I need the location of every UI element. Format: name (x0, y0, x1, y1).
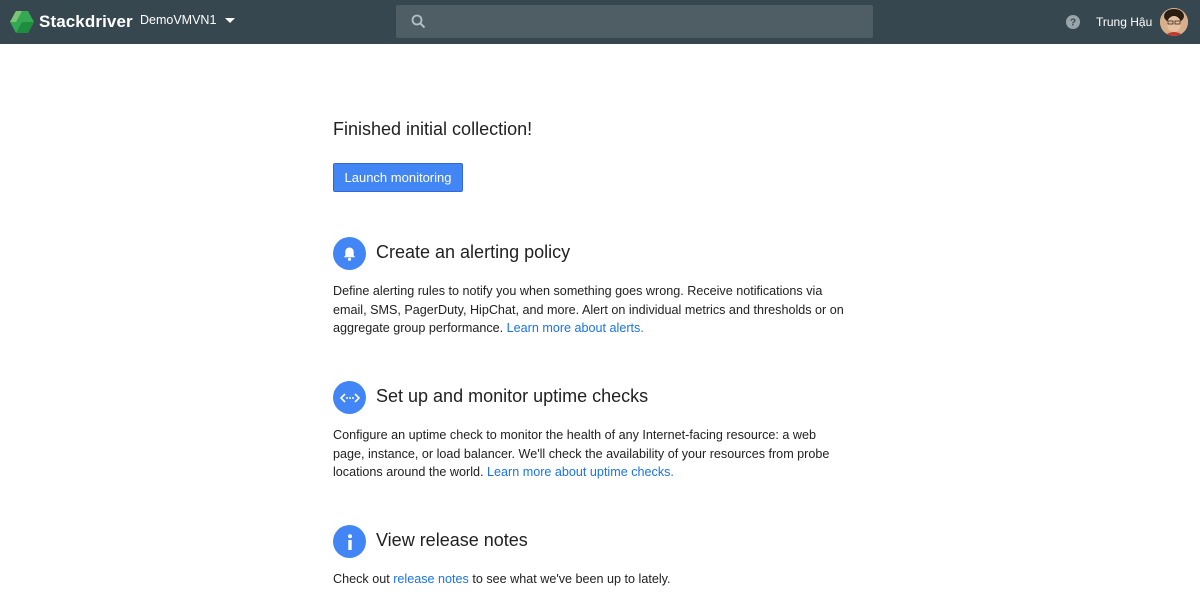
search-box[interactable] (396, 5, 873, 38)
launch-monitoring-button[interactable]: Launch monitoring (333, 163, 463, 192)
release-notes-link[interactable]: release notes (393, 572, 469, 586)
description-text: to see what we've been up to lately. (468, 572, 671, 586)
user-name[interactable]: Trung Hậu (1096, 15, 1152, 29)
section-title: Set up and monitor uptime checks (376, 386, 649, 406)
description-line: email, SMS, PagerDuty, HipChat, and more… (333, 302, 844, 317)
description-text: Check out (333, 572, 394, 586)
stackdriver-logo[interactable]: Stackdriver (10, 11, 133, 33)
project-selector[interactable]: DemoVMVN1 (140, 13, 236, 27)
description-line: Configure an uptime check to monitor the… (333, 428, 817, 442)
page-title: Finished initial collection! (333, 119, 533, 139)
top-bar: Stackdriver DemoVMVN1 ? Trung Hậu (0, 0, 1200, 44)
project-name: DemoVMVN1 (140, 13, 217, 27)
section-description: Check out release notes to see what we'v… (333, 570, 863, 589)
section-title: Create an alerting policy (376, 242, 571, 262)
svg-text:?: ? (1070, 18, 1076, 29)
description-line: aggregate group performance. (333, 321, 507, 335)
learn-more-alerts-link[interactable]: Learn more about alerts. (507, 321, 644, 335)
avatar[interactable] (1160, 8, 1188, 36)
section-description: Define alerting rules to notify you when… (333, 282, 863, 338)
learn-more-uptime-link[interactable]: Learn more about uptime checks. (487, 465, 674, 479)
search-icon (411, 14, 426, 29)
chevron-down-icon (225, 17, 236, 23)
bell-icon (333, 237, 366, 270)
description-line: page, instance, or load balancer. We'll … (333, 446, 830, 461)
section-description: Configure an uptime check to monitor the… (333, 426, 863, 482)
section-title: View release notes (376, 530, 528, 550)
search-input[interactable] (436, 5, 866, 38)
stackdriver-logo-icon (10, 11, 34, 33)
user-avatar-image (1160, 8, 1188, 36)
info-icon (333, 525, 366, 558)
uptime-check-icon (333, 381, 366, 414)
help-icon[interactable]: ? (1066, 15, 1080, 29)
description-line: locations around the world. (333, 465, 488, 479)
description-line: Define alerting rules to notify you when… (333, 284, 823, 298)
app-name: Stackdriver (39, 12, 133, 31)
